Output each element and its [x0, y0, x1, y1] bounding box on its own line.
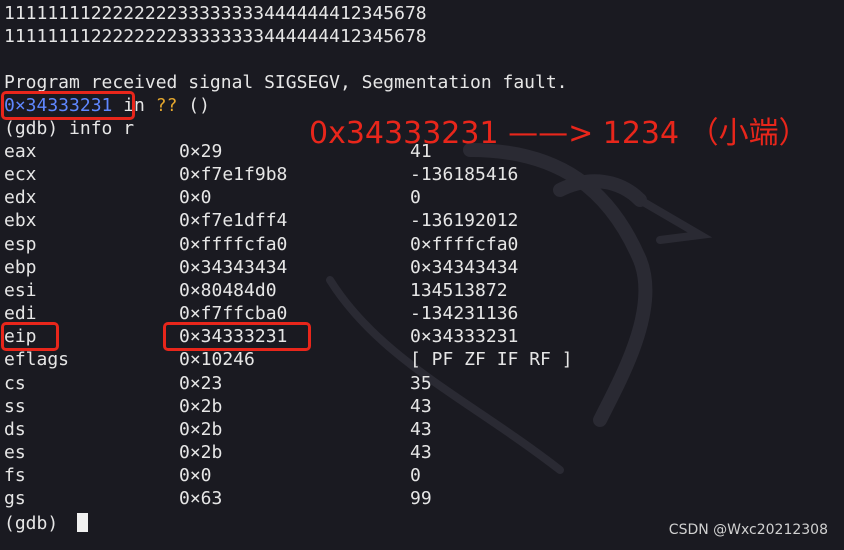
register-value: 134513872 — [410, 279, 508, 301]
register-name: esp — [4, 233, 37, 255]
register-hex: 0×0 — [179, 187, 212, 209]
register-name: ebx — [4, 210, 37, 232]
register-hex: 0×2b — [179, 441, 223, 463]
gdb-prompt: (gdb) — [4, 513, 70, 534]
highlight-eip-name — [1, 322, 59, 351]
highlight-crash-address — [1, 91, 135, 120]
register-hex: 0×2b — [179, 395, 223, 417]
register-hex: 0×80484d0 — [179, 279, 277, 301]
program-output-line: 111111112222222233333333444444412345678 — [4, 26, 427, 47]
unknown-function: ?? — [155, 95, 178, 116]
register-hex: 0×23 — [179, 372, 223, 394]
register-row: ecx 0×f7e1f9b8 -136185416 — [4, 163, 704, 186]
register-hex: 0×f7e1dff4 — [179, 210, 288, 232]
register-value: 0×34343434 — [410, 256, 519, 278]
register-row: esi 0×80484d0 134513872 — [4, 279, 704, 302]
register-hex: 0×34343434 — [179, 256, 288, 278]
register-row: ebp 0×34343434 0×34343434 — [4, 256, 704, 279]
program-output-line: 111111112222222233333333444444412345678 — [4, 3, 427, 24]
register-name: eax — [4, 141, 37, 162]
register-row: gs 0×63 99 — [4, 487, 704, 510]
register-name: ecx — [4, 164, 37, 186]
register-name: cs — [4, 372, 26, 394]
register-value: 43 — [410, 418, 432, 440]
gdb-prompt-line[interactable]: (gdb) — [4, 512, 89, 535]
register-row: es 0×2b 43 — [4, 441, 704, 464]
register-value: [ PF ZF IF RF ] — [410, 349, 573, 371]
csdn-watermark: CSDN @Wxc20212308 — [668, 522, 828, 538]
register-hex: 0×ffffcfa0 — [179, 233, 288, 255]
register-value: 43 — [410, 395, 432, 417]
register-row: ebx 0×f7e1dff4 -136192012 — [4, 209, 704, 232]
register-hex: 0×f7e1f9b8 — [179, 164, 288, 186]
register-row: cs 0×23 35 — [4, 372, 704, 395]
register-hex: 0×29 — [179, 141, 223, 162]
register-hex: 0×0 — [179, 465, 212, 487]
register-row: edx 0×0 0 — [4, 186, 704, 209]
endianness-annotation: 0x34333231 ——> 1234 （小端） — [309, 116, 809, 151]
register-name: ebp — [4, 256, 37, 278]
register-value: 0 — [410, 465, 421, 487]
register-row: esp 0×ffffcfa0 0×ffffcfa0 — [4, 233, 704, 256]
register-row: edi 0×f7ffcba0 -134231136 — [4, 302, 704, 325]
register-row: eip 0×34333231 0×34333231 — [4, 325, 704, 348]
register-name: eflags — [4, 349, 70, 371]
register-value: 0×34333231 — [410, 326, 519, 348]
register-row: eflags 0×10246 [ PF ZF IF RF ] — [4, 348, 704, 371]
register-value: -134231136 — [410, 303, 519, 325]
register-row: fs 0×0 0 — [4, 464, 704, 487]
text-cursor — [77, 513, 89, 532]
highlight-eip-value — [163, 322, 311, 351]
register-hex: 0×10246 — [179, 349, 255, 371]
register-name: es — [4, 441, 26, 463]
gdb-command: (gdb) info r — [4, 118, 135, 139]
register-value: -136192012 — [410, 210, 519, 232]
register-value: 99 — [410, 488, 432, 510]
register-name: edx — [4, 187, 37, 209]
register-name: ss — [4, 395, 26, 417]
register-value: -136185416 — [410, 164, 519, 186]
register-name: gs — [4, 488, 26, 510]
register-value: 0×ffffcfa0 — [410, 233, 519, 255]
register-hex: 0×2b — [179, 418, 223, 440]
register-value: 43 — [410, 441, 432, 463]
register-name: ds — [4, 418, 26, 440]
frame-args: () — [177, 95, 210, 116]
register-row: ss 0×2b 43 — [4, 395, 704, 418]
register-name: esi — [4, 279, 37, 301]
register-row: ds 0×2b 43 — [4, 418, 704, 441]
register-value: 0 — [410, 187, 421, 209]
register-value: 35 — [410, 372, 432, 394]
register-name: fs — [4, 465, 26, 487]
register-hex: 0×63 — [179, 488, 223, 510]
